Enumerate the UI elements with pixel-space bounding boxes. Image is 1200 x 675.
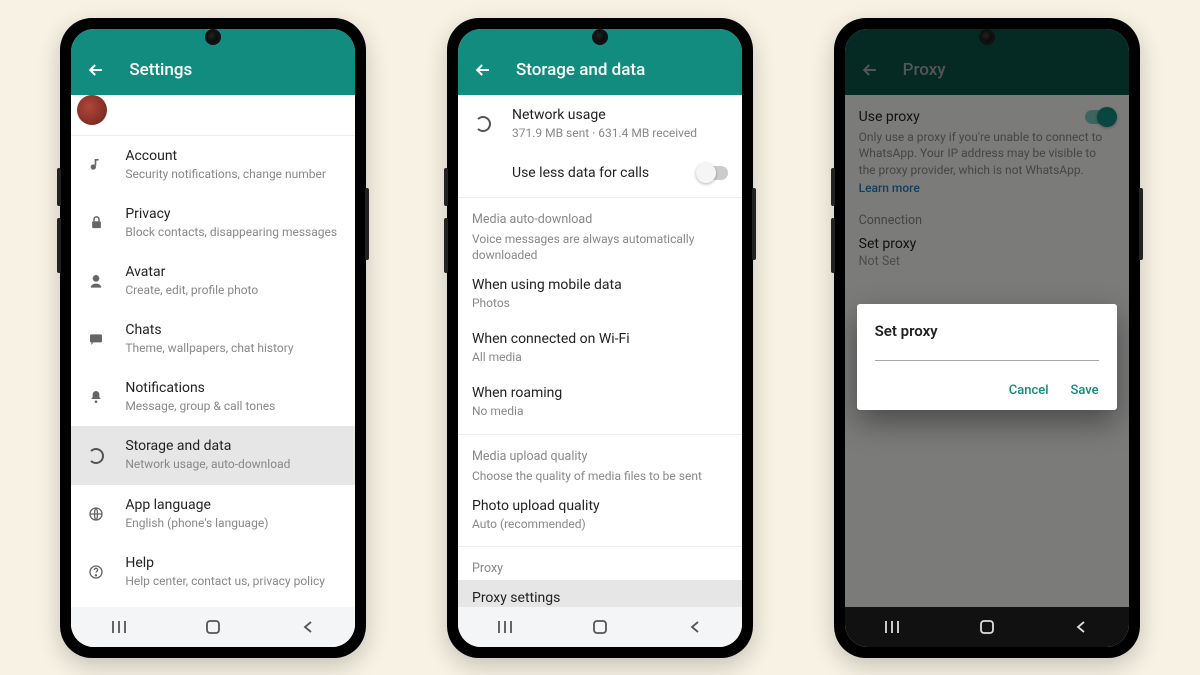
item-title: Notifications: [125, 380, 341, 396]
settings-item-language[interactable]: App language English (phone's language): [71, 485, 355, 543]
item-sub: Help center, contact us, privacy policy: [125, 573, 341, 589]
upload-quality-row[interactable]: Photo upload quality Auto (recommended): [458, 488, 742, 542]
item-sub: Auto (recommended): [472, 516, 728, 532]
phone-proxy: Proxy Use proxy Only use a proxy if you'…: [834, 18, 1140, 658]
item-title: When roaming: [472, 385, 728, 401]
item-sub: Message, group & call tones: [125, 398, 341, 414]
recents-button[interactable]: [490, 620, 520, 634]
less-data-row[interactable]: Use less data for calls: [458, 153, 742, 193]
settings-item-account[interactable]: Account Security notifications, change n…: [71, 136, 355, 194]
set-proxy-dialog: Set proxy Cancel Save: [857, 304, 1117, 410]
item-title: Chats: [125, 322, 341, 338]
proxy-settings-row[interactable]: Proxy settings Off: [458, 580, 742, 607]
item-sub: Theme, wallpapers, chat history: [125, 340, 341, 356]
proxy-input[interactable]: [875, 360, 1099, 361]
section-media-download: Media auto-download: [458, 198, 742, 231]
home-button[interactable]: [972, 619, 1002, 635]
item-title: Use less data for calls: [512, 165, 680, 181]
item-title: Photo upload quality: [472, 498, 728, 514]
item-sub: English (phone's language): [125, 515, 341, 531]
globe-icon: [85, 506, 107, 522]
header-title: Storage and data: [516, 60, 645, 80]
chat-icon: [85, 331, 107, 347]
less-data-toggle[interactable]: [698, 166, 728, 180]
avatar-icon: [85, 273, 107, 289]
section-media-sub: Voice messages are always automatically …: [458, 231, 742, 267]
storage-list: Network usage 371.9 MB sent · 631.4 MB r…: [458, 95, 742, 607]
section-upload-quality: Media upload quality: [458, 435, 742, 468]
settings-item-help[interactable]: Help Help center, contact us, privacy po…: [71, 543, 355, 601]
item-title: Account: [125, 148, 341, 164]
item-sub: Create, edit, profile photo: [125, 282, 341, 298]
settings-item-privacy[interactable]: Privacy Block contacts, disappearing mes…: [71, 194, 355, 252]
item-title: When using mobile data: [472, 277, 728, 293]
item-title: Avatar: [125, 264, 341, 280]
data-usage-icon: [85, 448, 107, 464]
item-sub: No media: [472, 403, 728, 419]
item-sub: Photos: [472, 295, 728, 311]
settings-item-chats[interactable]: Chats Theme, wallpapers, chat history: [71, 310, 355, 368]
media-roaming-row[interactable]: When roaming No media: [458, 375, 742, 429]
item-title: Proxy settings: [472, 590, 728, 606]
android-navbar: [458, 607, 742, 647]
settings-item-storage[interactable]: Storage and data Network usage, auto-dow…: [71, 426, 355, 484]
phone-settings: Settings Account Security notifications,…: [60, 18, 366, 658]
item-sub: Security notifications, change number: [125, 166, 341, 182]
bell-icon: [85, 389, 107, 405]
data-usage-icon: [472, 116, 494, 132]
item-title: App language: [125, 497, 341, 513]
back-button[interactable]: [680, 620, 710, 634]
save-button[interactable]: Save: [1071, 383, 1099, 398]
android-navbar: [845, 607, 1129, 647]
section-proxy: Proxy: [458, 547, 742, 580]
settings-list: Account Security notifications, change n…: [71, 95, 355, 607]
lock-icon: [85, 215, 107, 230]
header-title: Settings: [129, 60, 192, 80]
settings-item-notifications[interactable]: Notifications Message, group & call tone…: [71, 368, 355, 426]
back-button[interactable]: [1066, 620, 1096, 634]
item-title: Network usage: [512, 107, 728, 123]
recents-button[interactable]: [104, 620, 134, 634]
profile-avatar[interactable]: [77, 95, 107, 125]
help-icon: [85, 564, 107, 580]
back-arrow-icon[interactable]: [85, 59, 107, 81]
network-usage-row[interactable]: Network usage 371.9 MB sent · 631.4 MB r…: [458, 95, 742, 153]
media-wifi-row[interactable]: When connected on Wi-Fi All media: [458, 321, 742, 375]
item-sub: Block contacts, disappearing messages: [125, 224, 341, 240]
back-button[interactable]: [293, 620, 323, 634]
home-button[interactable]: [585, 619, 615, 635]
cancel-button[interactable]: Cancel: [1009, 383, 1049, 398]
section-upload-sub: Choose the quality of media files to be …: [458, 468, 742, 488]
android-navbar: [71, 607, 355, 647]
key-icon: [85, 157, 107, 173]
dialog-title: Set proxy: [875, 322, 1099, 340]
home-button[interactable]: [198, 619, 228, 635]
item-sub: All media: [472, 349, 728, 365]
item-title: When connected on Wi-Fi: [472, 331, 728, 347]
back-arrow-icon[interactable]: [472, 59, 494, 81]
item-title: Help: [125, 555, 341, 571]
media-mobile-row[interactable]: When using mobile data Photos: [458, 267, 742, 321]
item-sub: Network usage, auto-download: [125, 456, 341, 472]
item-sub: 371.9 MB sent · 631.4 MB received: [512, 125, 728, 141]
settings-item-avatar[interactable]: Avatar Create, edit, profile photo: [71, 252, 355, 310]
item-title: Privacy: [125, 206, 341, 222]
phone-storage-data: Storage and data Network usage 371.9 MB …: [447, 18, 753, 658]
recents-button[interactable]: [877, 620, 907, 634]
item-title: Storage and data: [125, 438, 341, 454]
